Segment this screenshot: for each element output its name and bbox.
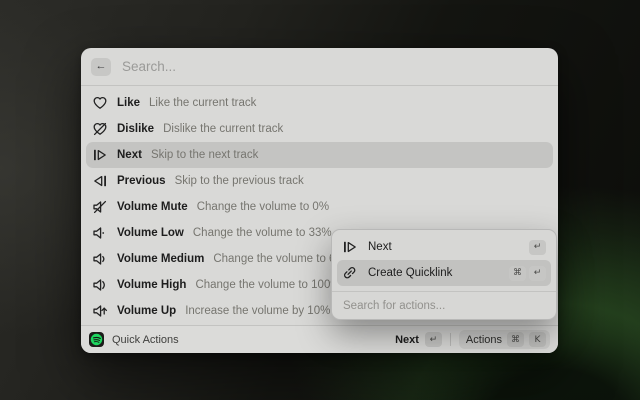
speaker-medium-icon xyxy=(92,251,108,267)
speaker-mute-icon xyxy=(92,199,108,215)
action-item-next[interactable]: Next ↵ xyxy=(337,234,551,260)
action-item-label: Create Quicklink xyxy=(368,267,509,279)
action-item-keys: ↵ xyxy=(529,240,546,255)
list-item-subtitle: Like the current track xyxy=(149,97,256,109)
action-item-label: Next xyxy=(368,241,529,253)
list-item-title: Volume Mute xyxy=(117,201,188,213)
search-input[interactable] xyxy=(120,58,546,75)
list-item-title: Volume High xyxy=(117,279,186,291)
list-item-subtitle: Dislike the current track xyxy=(163,123,283,135)
back-arrow-icon: ← xyxy=(96,61,107,72)
desktop-background: ← Like Like the current track Dislike Di… xyxy=(0,0,640,400)
action-item-keys: ⌘ ↵ xyxy=(509,266,546,281)
spotify-icon xyxy=(89,332,104,347)
heart-slash-icon xyxy=(92,121,108,137)
skip-back-icon xyxy=(92,173,108,189)
heart-icon xyxy=(92,95,108,111)
speaker-low-icon xyxy=(92,225,108,241)
actions-button-label: Actions xyxy=(466,334,502,346)
footer-actions: Next ↵ Actions ⌘ K xyxy=(395,330,550,349)
list-item-previous[interactable]: Previous Skip to the previous track xyxy=(86,168,553,194)
list-item-next[interactable]: Next Skip to the next track xyxy=(86,142,553,168)
return-key-badge: ↵ xyxy=(529,266,546,281)
command-key-badge: ⌘ xyxy=(509,266,526,281)
actions-panel-list: Next ↵ Create Quicklink ⌘ ↵ xyxy=(332,230,556,291)
list-item-subtitle: Skip to the next track xyxy=(151,149,258,161)
primary-action-label[interactable]: Next xyxy=(395,334,419,346)
list-item-title: Dislike xyxy=(117,123,154,135)
command-name-label: Quick Actions xyxy=(112,334,179,346)
k-key-badge: K xyxy=(529,332,546,347)
list-item-subtitle: Increase the volume by 10% xyxy=(185,305,330,317)
actions-search-bar xyxy=(332,291,556,319)
actions-menu-button[interactable]: Actions ⌘ K xyxy=(459,330,550,349)
footer-divider xyxy=(450,333,451,346)
link-icon xyxy=(342,265,358,281)
skip-forward-icon xyxy=(342,239,358,255)
list-item-volume-mute[interactable]: Volume Mute Change the volume to 0% xyxy=(86,194,553,220)
list-item-dislike[interactable]: Dislike Dislike the current track xyxy=(86,116,553,142)
actions-search-input[interactable] xyxy=(338,300,550,312)
command-key-badge: ⌘ xyxy=(507,332,524,347)
list-item-title: Volume Low xyxy=(117,227,184,239)
list-item-title: Volume Medium xyxy=(117,253,204,265)
return-key-badge: ↵ xyxy=(425,332,442,347)
list-item-title: Previous xyxy=(117,175,166,187)
speaker-high-icon xyxy=(92,277,108,293)
action-item-create-quicklink[interactable]: Create Quicklink ⌘ ↵ xyxy=(337,260,551,286)
list-item-title: Like xyxy=(117,97,140,109)
actions-panel-popup: Next ↵ Create Quicklink ⌘ ↵ xyxy=(331,229,557,320)
list-item-subtitle: Skip to the previous track xyxy=(175,175,304,187)
search-bar: ← xyxy=(81,48,558,86)
list-item-subtitle: Change the volume to 0% xyxy=(197,201,329,213)
status-bar: Quick Actions Next ↵ Actions ⌘ K xyxy=(81,325,558,353)
skip-forward-icon xyxy=(92,147,108,163)
speaker-up-icon xyxy=(92,303,108,319)
back-button[interactable]: ← xyxy=(91,58,111,76)
list-item-like[interactable]: Like Like the current track xyxy=(86,90,553,116)
list-item-title: Next xyxy=(117,149,142,161)
list-item-subtitle: Change the volume to 33% xyxy=(193,227,332,239)
return-key-badge: ↵ xyxy=(529,240,546,255)
list-item-title: Volume Up xyxy=(117,305,176,317)
list-item-subtitle: Change the volume to 100% xyxy=(195,279,340,291)
